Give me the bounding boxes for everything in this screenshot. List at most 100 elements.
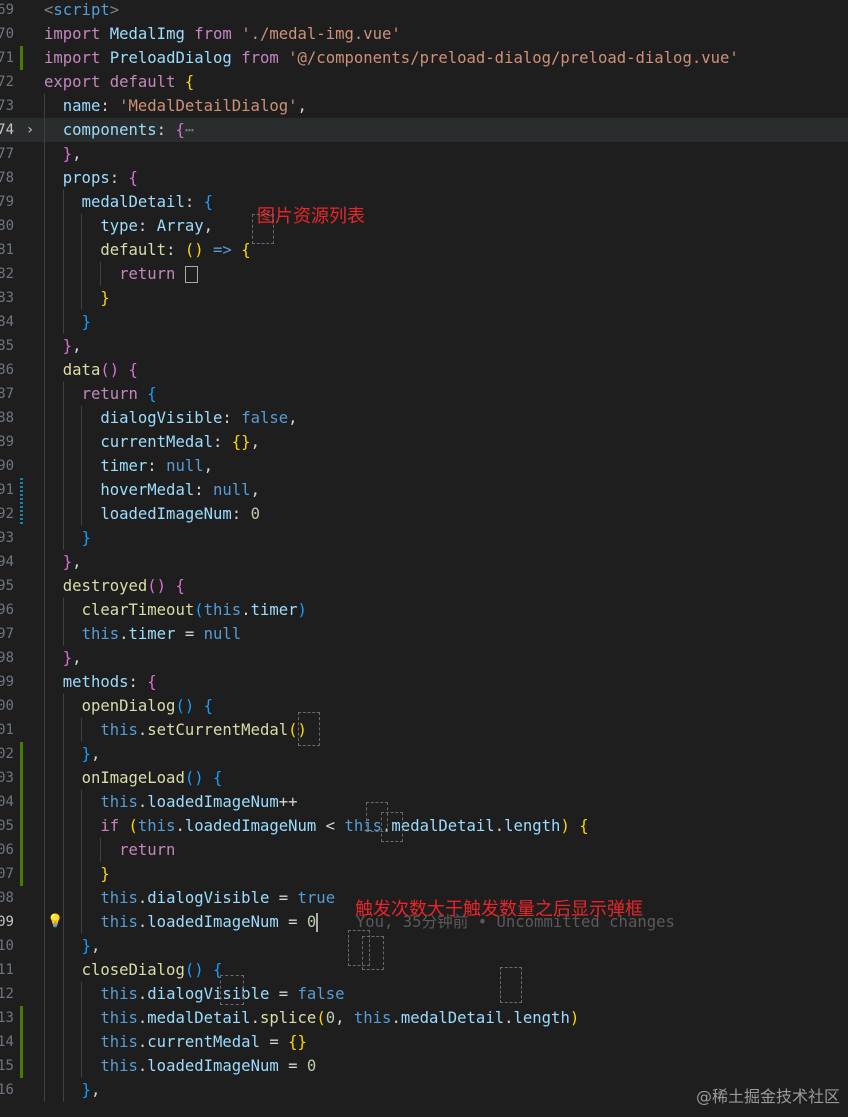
code-line[interactable]: 84 } bbox=[0, 310, 848, 334]
code-text[interactable]: default: () => { bbox=[44, 238, 250, 262]
code-line[interactable]: 96 clearTimeout(this.timer) bbox=[0, 598, 848, 622]
code-text[interactable]: this.currentMedal = {} bbox=[44, 1030, 307, 1054]
code-line[interactable]: 72 export default { bbox=[0, 70, 848, 94]
code-text[interactable]: } bbox=[44, 862, 109, 886]
code-text[interactable]: type: Array, bbox=[44, 214, 213, 238]
code-text[interactable]: this.medalDetail.splice(0, this.medalDet… bbox=[44, 1006, 579, 1030]
code-text[interactable]: closeDialog() { bbox=[44, 958, 223, 982]
git-added-marker[interactable] bbox=[20, 790, 23, 814]
code-line[interactable]: 82 return bbox=[0, 262, 848, 286]
code-line[interactable]: 105 if (this.loadedImageNum < this.medal… bbox=[0, 814, 848, 838]
git-added-marker[interactable] bbox=[20, 1054, 23, 1078]
code-line[interactable]: 111 closeDialog() { bbox=[0, 958, 848, 982]
code-line[interactable]: 113 this.medalDetail.splice(0, this.meda… bbox=[0, 1006, 848, 1030]
git-added-marker[interactable] bbox=[20, 766, 23, 790]
code-line[interactable]: 99 methods: { bbox=[0, 670, 848, 694]
code-text[interactable]: }, bbox=[44, 1078, 101, 1102]
code-text[interactable]: this.dialogVisible = true bbox=[44, 886, 335, 910]
code-text[interactable]: destroyed() { bbox=[44, 574, 185, 598]
code-text[interactable]: }, bbox=[44, 142, 82, 166]
code-line[interactable]: 91 hoverMedal: null, bbox=[0, 478, 848, 502]
code-text[interactable]: medalDetail: { bbox=[44, 190, 213, 214]
git-modified-marker[interactable] bbox=[20, 478, 23, 502]
code-line[interactable]: 87 return { bbox=[0, 382, 848, 406]
code-text[interactable]: return bbox=[44, 838, 175, 862]
git-added-marker[interactable] bbox=[20, 862, 23, 886]
code-text[interactable]: }, bbox=[44, 334, 82, 358]
code-text[interactable]: props: { bbox=[44, 166, 138, 190]
code-line[interactable]: 102 }, bbox=[0, 742, 848, 766]
code-text[interactable]: <script> bbox=[44, 0, 119, 22]
code-line[interactable]: 106 return bbox=[0, 838, 848, 862]
code-line[interactable]: 90 timer: null, bbox=[0, 454, 848, 478]
code-line[interactable]: 114 this.currentMedal = {} bbox=[0, 1030, 848, 1054]
folded-ellipsis-icon[interactable]: ⋯ bbox=[185, 121, 194, 139]
code-text[interactable]: return bbox=[44, 262, 198, 286]
code-text[interactable]: import PreloadDialog from '@/components/… bbox=[44, 46, 739, 70]
code-line[interactable]: 70 import MedalImg from './medal-img.vue' bbox=[0, 22, 848, 46]
git-added-marker[interactable] bbox=[20, 1030, 23, 1054]
code-line[interactable]: 71 import PreloadDialog from '@/component… bbox=[0, 46, 848, 70]
code-text[interactable]: hoverMedal: null, bbox=[44, 478, 260, 502]
code-line[interactable]: 83 } bbox=[0, 286, 848, 310]
code-text[interactable]: } bbox=[44, 310, 91, 334]
code-line[interactable]: 95 destroyed() { bbox=[0, 574, 848, 598]
code-line[interactable]: 100 openDialog() { bbox=[0, 694, 848, 718]
code-line[interactable]: 93 } bbox=[0, 526, 848, 550]
git-added-marker[interactable] bbox=[20, 1006, 23, 1030]
code-text[interactable]: this.dialogVisible = false bbox=[44, 982, 344, 1006]
code-line[interactable]: 73 name: 'MedalDetailDialog', bbox=[0, 94, 848, 118]
git-modified-marker[interactable] bbox=[20, 502, 23, 526]
code-text[interactable]: if (this.loadedImageNum < this.medalDeta… bbox=[44, 814, 588, 838]
code-line[interactable]: 74 › components: {⋯ bbox=[0, 118, 848, 142]
code-line[interactable]: 77 }, bbox=[0, 142, 848, 166]
code-text[interactable]: methods: { bbox=[44, 670, 157, 694]
code-line[interactable]: 85 }, bbox=[0, 334, 848, 358]
code-line[interactable]: 88 dialogVisible: false, bbox=[0, 406, 848, 430]
code-text[interactable]: openDialog() { bbox=[44, 694, 213, 718]
code-text[interactable]: timer: null, bbox=[44, 454, 213, 478]
code-text[interactable]: name: 'MedalDetailDialog', bbox=[44, 94, 307, 118]
code-text[interactable]: this.loadedImageNum = 0 bbox=[44, 1054, 316, 1078]
code-text[interactable]: export default { bbox=[44, 70, 194, 94]
code-line[interactable]: 104 this.loadedImageNum++ bbox=[0, 790, 848, 814]
git-added-marker[interactable] bbox=[20, 814, 23, 838]
code-line[interactable]: 101 this.setCurrentMedal() bbox=[0, 718, 848, 742]
code-text[interactable]: this.timer = null bbox=[44, 622, 242, 646]
code-text[interactable]: import MedalImg from './medal-img.vue' bbox=[44, 22, 401, 46]
code-line[interactable]: 97 this.timer = null bbox=[0, 622, 848, 646]
code-line[interactable]: 115 this.loadedImageNum = 0 bbox=[0, 1054, 848, 1078]
code-text[interactable]: } bbox=[44, 526, 91, 550]
code-line[interactable]: 80 type: Array, bbox=[0, 214, 848, 238]
code-line[interactable]: 107 } bbox=[0, 862, 848, 886]
code-line[interactable]: 89 currentMedal: {}, bbox=[0, 430, 848, 454]
code-line[interactable]: 78 props: { bbox=[0, 166, 848, 190]
code-text[interactable]: this.loadedImageNum++ bbox=[44, 790, 297, 814]
code-line[interactable]: 98 }, bbox=[0, 646, 848, 670]
code-line[interactable]: 81 default: () => { bbox=[0, 238, 848, 262]
git-added-marker[interactable] bbox=[20, 46, 23, 70]
code-editor[interactable]: 69 <script> 70 import MedalImg from './meda… bbox=[0, 0, 848, 1102]
code-text[interactable]: data() { bbox=[44, 358, 138, 382]
git-added-marker[interactable] bbox=[20, 742, 23, 766]
code-text[interactable]: clearTimeout(this.timer) bbox=[44, 598, 307, 622]
code-line[interactable]: 94 }, bbox=[0, 550, 848, 574]
code-text[interactable]: }, bbox=[44, 646, 82, 670]
code-text[interactable]: components: {⋯ bbox=[44, 118, 194, 142]
code-text[interactable]: currentMedal: {}, bbox=[44, 430, 260, 454]
code-text[interactable]: this.setCurrentMedal() bbox=[44, 718, 307, 742]
code-text[interactable]: }, bbox=[44, 550, 82, 574]
fold-chevron-icon[interactable]: › bbox=[24, 118, 36, 142]
code-line[interactable]: 110 }, bbox=[0, 934, 848, 958]
code-line[interactable]: 103 onImageLoad() { bbox=[0, 766, 848, 790]
code-text[interactable]: }, bbox=[44, 742, 101, 766]
code-line[interactable]: 112 this.dialogVisible = false bbox=[0, 982, 848, 1006]
code-line[interactable]: 79 medalDetail: { bbox=[0, 190, 848, 214]
code-text[interactable]: } bbox=[44, 286, 109, 310]
code-line[interactable]: 86 data() { bbox=[0, 358, 848, 382]
code-text[interactable]: loadedImageNum: 0 bbox=[44, 502, 260, 526]
code-text[interactable]: onImageLoad() { bbox=[44, 766, 223, 790]
code-text[interactable]: }, bbox=[44, 934, 101, 958]
code-text[interactable]: dialogVisible: false, bbox=[44, 406, 297, 430]
git-added-marker[interactable] bbox=[20, 838, 23, 862]
